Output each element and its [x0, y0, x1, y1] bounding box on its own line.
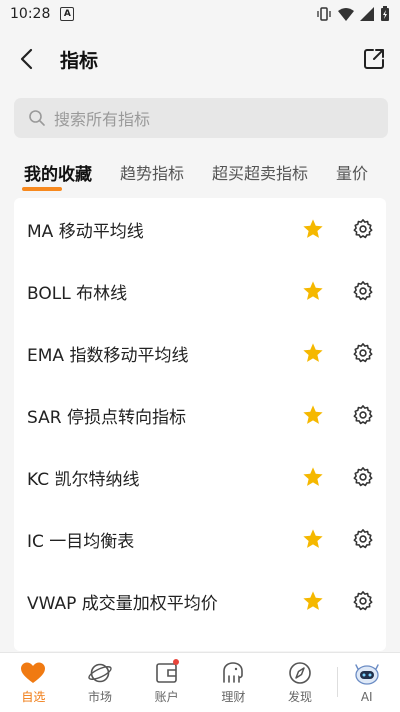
- tab-label: 量价: [336, 164, 369, 183]
- tab-watchlist[interactable]: 自选: [0, 653, 67, 712]
- tab-label: 趋势指标: [120, 164, 185, 183]
- tab-volume-price[interactable]: 量价: [336, 160, 368, 184]
- indicator-name: VWAP 成交量加权平均价: [27, 593, 218, 614]
- tab-ai[interactable]: AI: [333, 653, 400, 712]
- list-item[interactable]: VWAP 成交量加权平均价: [14, 570, 386, 632]
- star-icon[interactable]: [302, 404, 324, 426]
- planet-icon: [88, 663, 112, 682]
- list-item[interactable]: KC 凯尔特纳线: [14, 446, 386, 508]
- chevron-left-icon: [20, 48, 33, 70]
- gear-icon[interactable]: [352, 528, 374, 550]
- list-item[interactable]: EMA 指数移动平均线: [14, 322, 386, 384]
- tab-label: 理财: [221, 689, 246, 704]
- star-icon[interactable]: [302, 218, 324, 240]
- search-icon: [29, 110, 45, 126]
- bottom-tab-bar: 自选 市场 账户 理财 发现 AI: [0, 652, 400, 712]
- robot-icon: [354, 664, 379, 685]
- favorite-indicator-list: MA 移动平均线 BOLL 布林线 EMA 指数移动平均线 SAR 停损点转向指…: [14, 198, 386, 651]
- share-button[interactable]: [360, 45, 388, 73]
- vibrate-icon: [317, 7, 331, 21]
- tab-trend[interactable]: 趋势指标: [120, 160, 184, 184]
- gear-icon[interactable]: [352, 342, 374, 364]
- search-input[interactable]: 搜索所有指标: [14, 98, 388, 138]
- status-bar: 10:28 A: [0, 0, 400, 28]
- tab-wealth[interactable]: 理财: [200, 653, 267, 712]
- tab-favorites[interactable]: 我的收藏: [22, 160, 92, 191]
- indicator-name: IC 一目均衡表: [27, 531, 135, 552]
- tab-label: 超买超卖指标: [212, 164, 309, 183]
- active-tab-underline: [22, 186, 62, 191]
- status-time: 10:28: [10, 6, 51, 22]
- star-icon[interactable]: [302, 466, 324, 488]
- indicator-name: KC 凯尔特纳线: [27, 469, 140, 490]
- tab-label: 市场: [88, 689, 113, 704]
- tab-label: 我的收藏: [24, 164, 92, 185]
- star-icon[interactable]: [302, 528, 324, 550]
- star-icon[interactable]: [302, 342, 324, 364]
- list-item[interactable]: BOLL 布林线: [14, 260, 386, 322]
- tab-account[interactable]: 账户: [133, 653, 200, 712]
- app-header: 指标: [0, 28, 400, 90]
- tab-discover[interactable]: 发现: [267, 653, 334, 712]
- gear-icon[interactable]: [352, 466, 374, 488]
- heart-icon: [21, 662, 46, 683]
- back-button[interactable]: [12, 45, 40, 73]
- battery-icon: [381, 6, 389, 21]
- star-icon[interactable]: [302, 280, 324, 302]
- wifi-icon: [338, 8, 354, 21]
- tab-label: AI: [360, 690, 373, 704]
- page-title: 指标: [60, 49, 99, 72]
- gear-icon[interactable]: [352, 218, 374, 240]
- indicator-name: BOLL 布林线: [27, 283, 128, 304]
- list-item[interactable]: IC 一目均衡表: [14, 508, 386, 570]
- notification-icon: A: [60, 7, 75, 21]
- list-item[interactable]: MA 移动平均线: [14, 198, 386, 260]
- indicator-name: SAR 停损点转向指标: [27, 407, 186, 428]
- search-placeholder: 搜索所有指标: [54, 110, 151, 129]
- gear-icon[interactable]: [352, 280, 374, 302]
- list-item[interactable]: SAR 停损点转向指标: [14, 384, 386, 446]
- indicator-name: EMA 指数移动平均线: [27, 345, 189, 366]
- elephant-icon: [223, 661, 244, 683]
- tab-label: 发现: [288, 689, 313, 704]
- indicator-name: MA 移动平均线: [27, 221, 144, 242]
- compass-icon: [289, 661, 311, 684]
- gear-icon[interactable]: [352, 404, 374, 426]
- star-icon[interactable]: [302, 590, 324, 612]
- tab-label: 账户: [154, 689, 179, 704]
- indicator-tabs: 我的收藏 趋势指标 超买超卖指标 量价: [0, 150, 400, 194]
- tab-overbought-oversold[interactable]: 超买超卖指标: [212, 160, 308, 184]
- gear-icon[interactable]: [352, 590, 374, 612]
- signal-icon: [360, 7, 374, 21]
- tab-market[interactable]: 市场: [67, 653, 134, 712]
- share-icon: [364, 49, 384, 69]
- tab-label: 自选: [21, 689, 46, 704]
